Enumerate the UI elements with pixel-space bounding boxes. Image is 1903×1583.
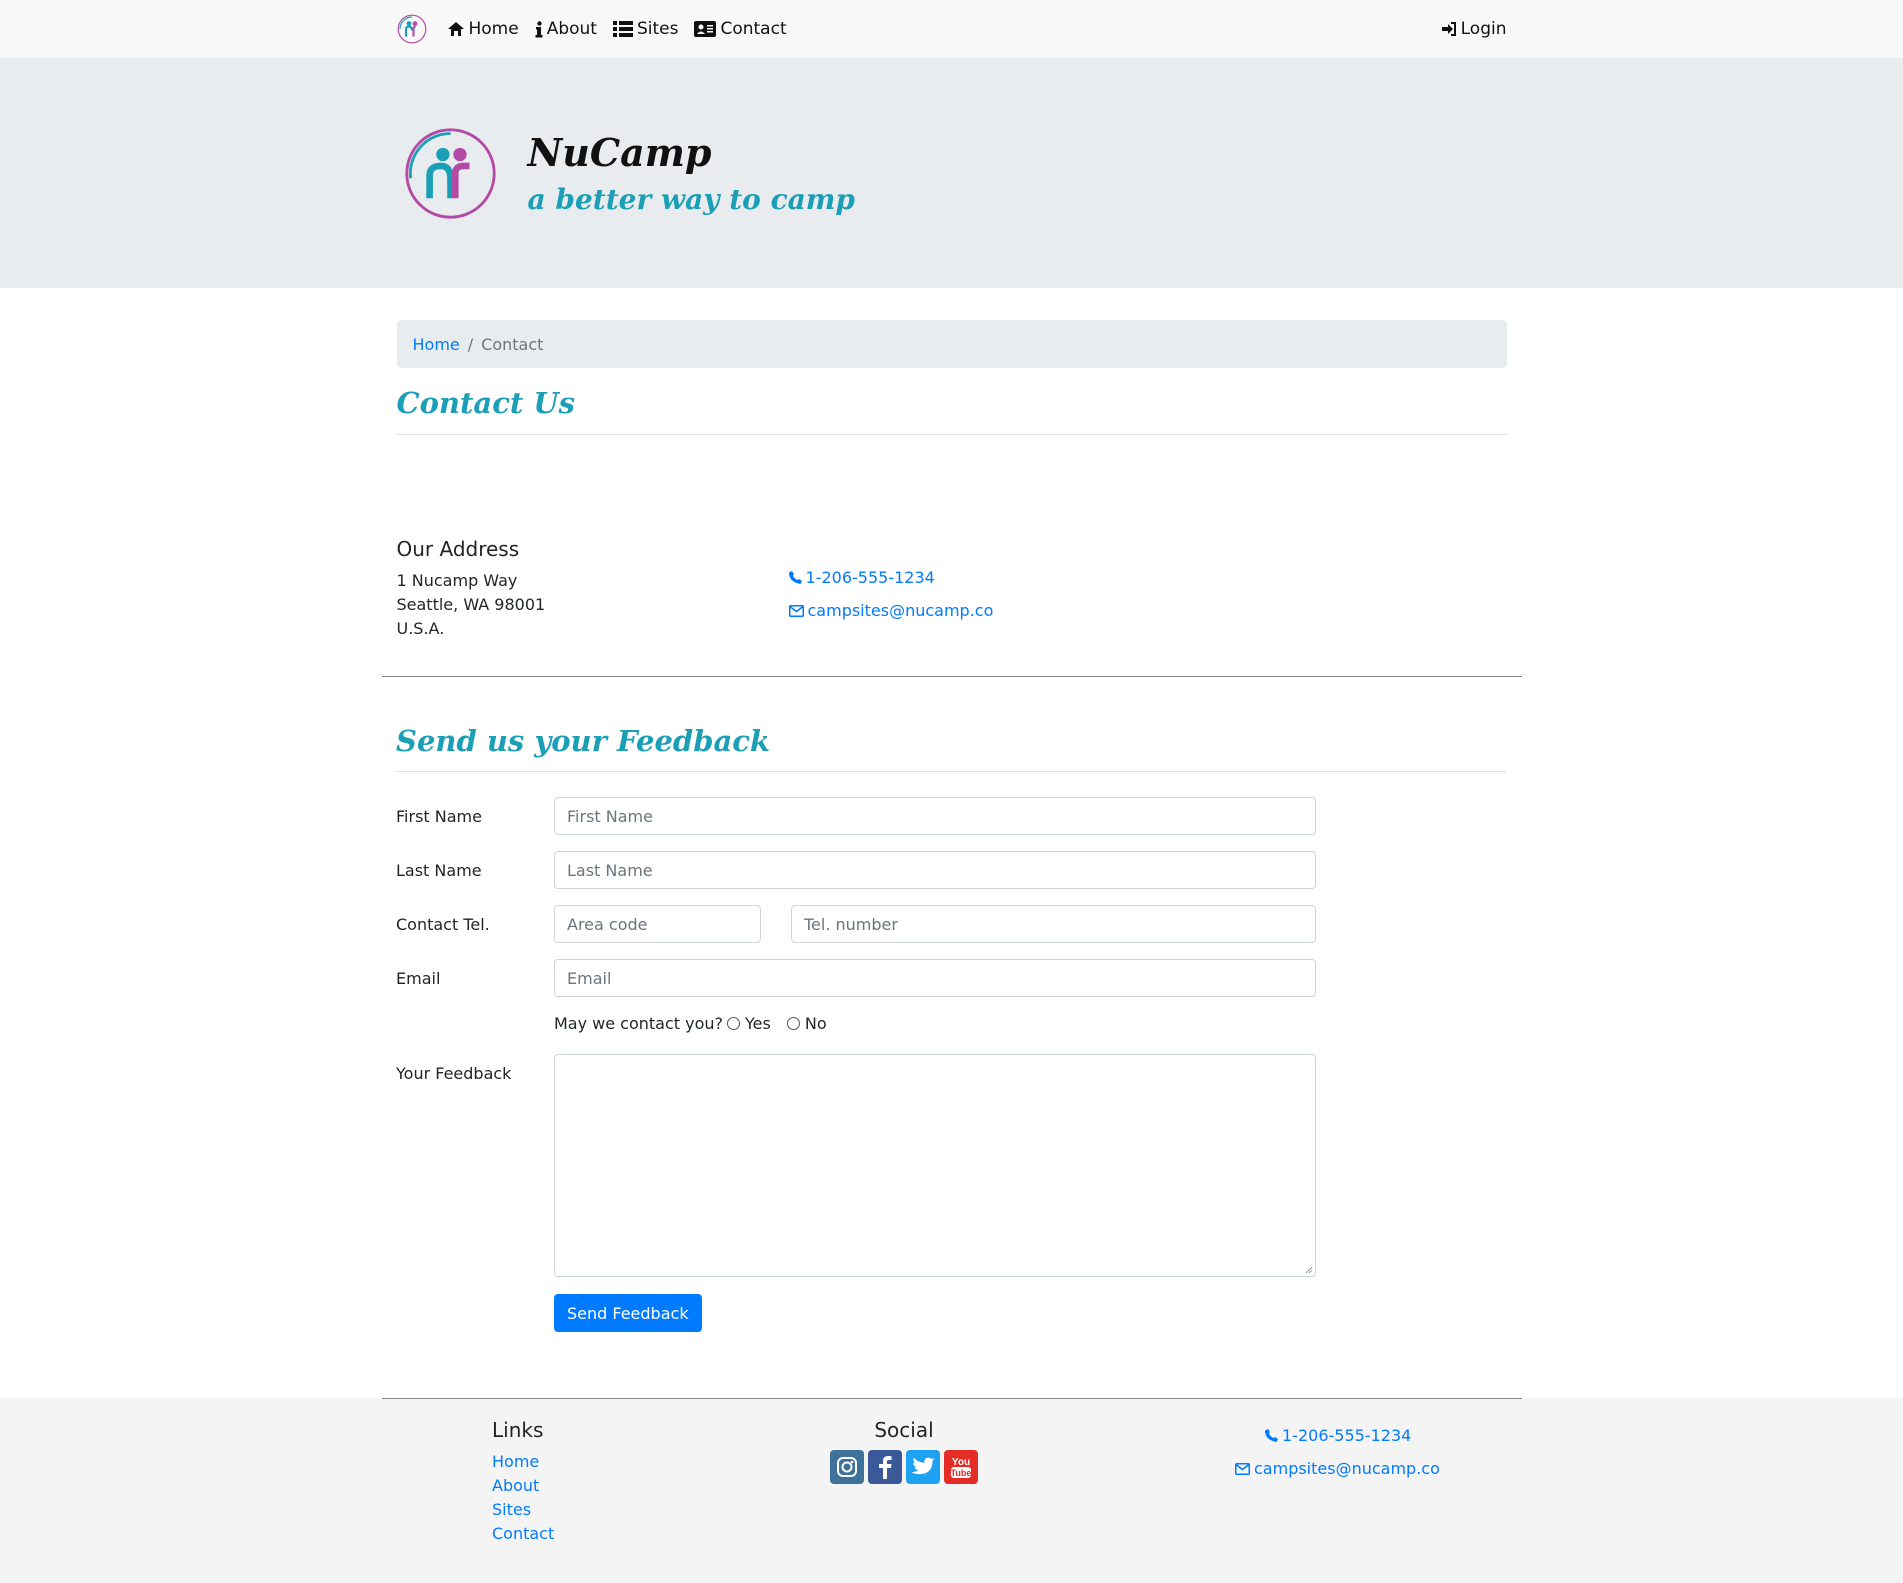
- contact-permission-row: May we contact you? Yes No: [554, 1014, 827, 1033]
- youtube-icon[interactable]: You Tube: [944, 1450, 978, 1484]
- envelope-icon: [1235, 1462, 1250, 1475]
- tel-number-placeholder: Tel. number: [804, 914, 898, 934]
- breadcrumb-home-link[interactable]: Home: [413, 335, 460, 354]
- first-name-input[interactable]: First Name: [554, 797, 1316, 835]
- sign-in-icon: [1441, 22, 1456, 36]
- nav-contact-label: Contact: [720, 19, 787, 39]
- first-name-placeholder: First Name: [567, 806, 653, 826]
- email-row: Email Email: [396, 959, 1316, 997]
- email-placeholder: Email: [567, 968, 612, 988]
- tel-label: Contact Tel.: [396, 914, 490, 934]
- no-label: No: [804, 1014, 827, 1033]
- contact-title-divider: [396, 434, 1507, 435]
- address-line: Seattle, WA 98001: [396, 595, 546, 614]
- jumbotron: NuCamp a better way to camp: [0, 58, 1903, 288]
- feedback-label: Your Feedback: [396, 1064, 512, 1083]
- twitter-icon[interactable]: [906, 1450, 940, 1484]
- address-line: 1 Nucamp Way: [396, 571, 518, 590]
- facebook-icon[interactable]: [868, 1450, 902, 1484]
- yes-label: Yes: [745, 1014, 771, 1033]
- nav-about-label: About: [546, 19, 597, 39]
- nucamp-logo-icon: [404, 127, 496, 219]
- last-name-label: Last Name: [396, 860, 482, 880]
- breadcrumb: Home / Contact: [396, 320, 1507, 368]
- contact-title: Contact Us: [396, 386, 575, 420]
- brand-text: NuCamp a better way to camp: [528, 130, 855, 216]
- footer-link-sites[interactable]: Sites: [492, 1500, 531, 1519]
- navbar: Home About Sites Contact Login: [0, 0, 1903, 58]
- area-code-input[interactable]: Area code: [554, 905, 761, 943]
- submit-row: Send Feedback: [554, 1294, 702, 1332]
- phone-icon: [1265, 1429, 1278, 1442]
- svg-text:You: You: [952, 1457, 970, 1468]
- address-card-icon: [694, 21, 717, 37]
- email-label: Email: [396, 968, 441, 988]
- login-label: Login: [1460, 19, 1507, 39]
- no-radio[interactable]: [786, 1017, 800, 1030]
- list-icon: [612, 21, 633, 37]
- feedback-title: Send us your Feedback: [396, 724, 771, 758]
- email-input[interactable]: Email: [554, 959, 1316, 997]
- nav-contact[interactable]: Contact: [694, 19, 787, 39]
- area-code-placeholder: Area code: [567, 914, 648, 934]
- nav-sites-label: Sites: [636, 19, 679, 39]
- footer-links-heading: Links: [492, 1418, 544, 1442]
- footer-social: Social You Tube: [830, 1418, 978, 1484]
- footer-link-home[interactable]: Home: [492, 1452, 539, 1471]
- breadcrumb-current: Contact: [481, 334, 544, 354]
- yes-option[interactable]: Yes: [727, 1014, 771, 1033]
- footer-links: Links Home About Sites Contact: [492, 1418, 554, 1546]
- envelope-icon: [788, 604, 804, 617]
- tel-row: Contact Tel. Area code Tel. number: [396, 905, 1316, 943]
- nav-about[interactable]: About: [535, 19, 597, 39]
- tel-number-input[interactable]: Tel. number: [791, 905, 1316, 943]
- nucamp-logo-icon[interactable]: [397, 14, 427, 44]
- nav-home[interactable]: Home: [447, 19, 519, 39]
- last-name-placeholder: Last Name: [567, 860, 653, 880]
- footer-email-link[interactable]: campsites@nucamp.co: [1254, 1459, 1440, 1478]
- may-contact-label: May we contact you?: [554, 1014, 724, 1033]
- footer-divider: [382, 1398, 1522, 1399]
- footer-phone-link[interactable]: 1-206-555-1234: [1282, 1426, 1411, 1445]
- footer-link-contact[interactable]: Contact: [492, 1524, 554, 1543]
- instagram-icon[interactable]: [830, 1450, 864, 1484]
- home-icon: [447, 22, 464, 36]
- resize-handle-icon[interactable]: [1305, 1266, 1313, 1274]
- footer-link-about[interactable]: About: [492, 1476, 539, 1495]
- phone-link[interactable]: 1-206-555-1234: [806, 568, 935, 587]
- info-icon: [535, 20, 543, 37]
- brand-title: NuCamp: [527, 130, 712, 175]
- feedback-row: Your Feedback: [396, 1054, 1316, 1277]
- feedback-section: Send us your Feedback First Name First N…: [396, 724, 1506, 1332]
- footer-social-heading: Social: [874, 1418, 934, 1442]
- yes-radio[interactable]: [727, 1017, 741, 1030]
- address-block: Our Address 1 Nucamp Way Seattle, WA 980…: [397, 537, 546, 641]
- footer: Links Home About Sites Contact Social Yo…: [0, 1398, 1903, 1583]
- nav-sites[interactable]: Sites: [612, 19, 679, 39]
- footer-contact: 1-206-555-1234 campsites@nucamp.co: [1235, 1426, 1440, 1492]
- address-line: U.S.A.: [396, 619, 445, 638]
- section-divider: [382, 676, 1522, 677]
- feedback-title-divider: [396, 771, 1506, 772]
- first-name-row: First Name First Name: [396, 797, 1316, 835]
- feedback-textarea[interactable]: [554, 1054, 1316, 1277]
- last-name-row: Last Name Last Name: [396, 851, 1316, 889]
- svg-text:Tube: Tube: [951, 1468, 972, 1478]
- first-name-label: First Name: [396, 806, 482, 826]
- address-heading: Our Address: [396, 537, 520, 561]
- social-icons: You Tube: [830, 1450, 978, 1484]
- no-option[interactable]: No: [786, 1014, 827, 1033]
- last-name-input[interactable]: Last Name: [554, 851, 1316, 889]
- nav-home-label: Home: [468, 19, 519, 39]
- login-button[interactable]: Login: [1441, 19, 1507, 39]
- phone-icon: [788, 571, 802, 584]
- email-link[interactable]: campsites@nucamp.co: [808, 601, 994, 620]
- send-feedback-button[interactable]: Send Feedback: [554, 1294, 702, 1332]
- breadcrumb-separator: /: [467, 334, 474, 354]
- contact-links: 1-206-555-1234 campsites@nucamp.co: [788, 568, 994, 634]
- brand-subtitle: a better way to camp: [527, 183, 855, 216]
